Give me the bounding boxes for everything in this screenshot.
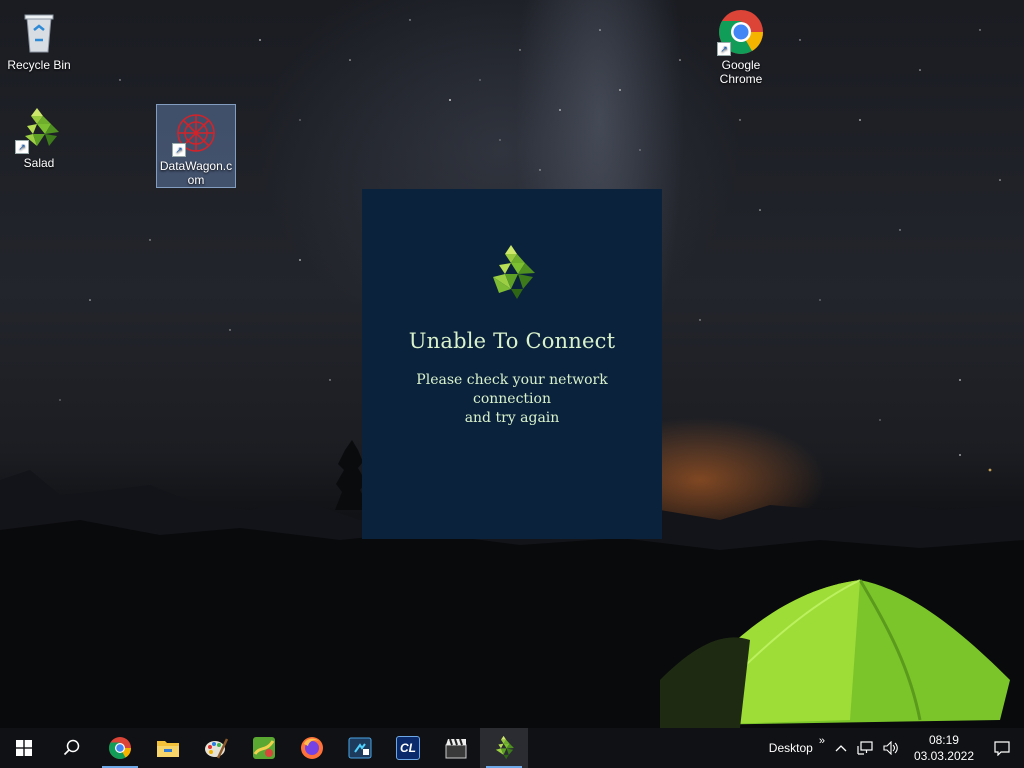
cl-icon: CL (396, 736, 420, 760)
search-icon (63, 739, 80, 756)
search-button[interactable] (48, 728, 96, 768)
taskbar: CL Desktop » 08:19 03.03.2022 (0, 728, 1024, 768)
start-icon (16, 740, 32, 756)
green-tent (660, 579, 1010, 728)
toolbar-expand-icon[interactable]: » (819, 735, 825, 747)
cl-icon-text: CL (400, 741, 416, 755)
taskbar-firefox[interactable] (288, 728, 336, 768)
taskbar-file-explorer[interactable] (144, 728, 192, 768)
salad-icon: ↗ (15, 106, 63, 154)
dialog-title: Unable To Connect (408, 329, 616, 353)
clapperboard-icon (445, 738, 467, 759)
network-button[interactable] (852, 728, 878, 768)
datawagon-icon: ↗ (172, 109, 220, 157)
connection-error-dialog: Unable To Connect Please check your netw… (362, 189, 662, 539)
desktop-toolbar[interactable]: Desktop » (764, 728, 830, 768)
salad-shortcut[interactable]: ↗ Salad (0, 102, 78, 170)
salad-label: Salad (23, 156, 55, 170)
datawagon-label: DataWagon.c om (159, 159, 233, 187)
recycle-bin-shortcut[interactable]: Recycle Bin (0, 4, 78, 72)
desktop-toolbar-label: Desktop (768, 741, 813, 755)
paint-icon (205, 738, 228, 759)
system-tray: Desktop » 08:19 03.03.2022 (764, 728, 1024, 768)
taskbar-maps[interactable] (240, 728, 288, 768)
dialog-message-line2: and try again (464, 410, 560, 426)
notification-icon (994, 740, 1010, 756)
salad-icon (495, 735, 514, 760)
google-chrome-shortcut[interactable]: ↗ Google Chrome (702, 4, 780, 86)
speaker-icon (883, 741, 898, 755)
dialog-message: Please check your network connection and… (382, 371, 642, 428)
dialog-message-line1: Please check your network connection (416, 372, 608, 407)
salad-logo-icon (485, 243, 539, 303)
file-explorer-icon (157, 741, 179, 757)
network-icon (857, 741, 873, 755)
recycle-bin-icon (15, 8, 63, 56)
start-button[interactable] (0, 728, 48, 768)
datawagon-shortcut[interactable]: ↗ DataWagon.c om (156, 104, 236, 188)
shortcut-arrow-icon: ↗ (15, 140, 29, 154)
maps-icon (253, 737, 275, 759)
taskbar-salad[interactable] (480, 728, 528, 768)
taskbar-clapperboard-app[interactable] (432, 728, 480, 768)
taskbar-cl-app[interactable]: CL (384, 728, 432, 768)
firefox-icon (301, 737, 323, 759)
taskbar-chrome[interactable] (96, 728, 144, 768)
notifications-button[interactable] (984, 728, 1024, 768)
chrome-icon: ↗ (717, 8, 765, 56)
volume-button[interactable] (878, 728, 904, 768)
taskbar-paint[interactable] (192, 728, 240, 768)
clock-time: 08:19 (928, 733, 959, 747)
chevron-up-icon (835, 745, 847, 752)
chrome-icon (109, 737, 131, 759)
taskbar-video-editor[interactable] (336, 728, 384, 768)
recycle-bin-label: Recycle Bin (7, 58, 71, 72)
clock-date: 03.03.2022 (913, 749, 974, 763)
shortcut-arrow-icon: ↗ (717, 42, 731, 56)
google-chrome-label: Google Chrome (719, 58, 763, 86)
clock[interactable]: 08:19 03.03.2022 (904, 728, 984, 768)
video-editor-icon (348, 737, 372, 759)
shortcut-arrow-icon: ↗ (172, 143, 186, 157)
show-hidden-icons-button[interactable] (830, 728, 852, 768)
